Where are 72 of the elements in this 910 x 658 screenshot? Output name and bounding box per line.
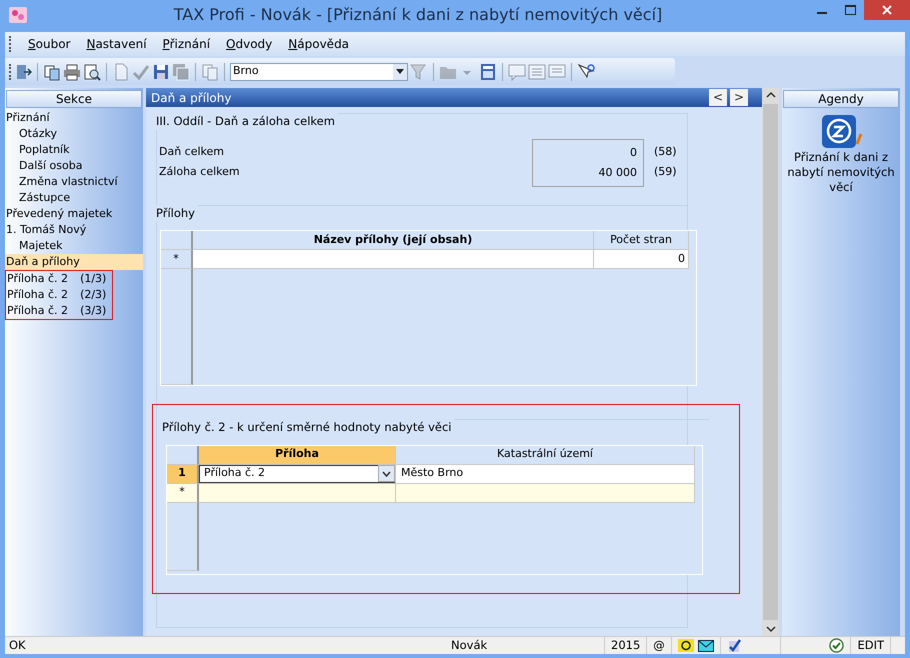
sidebar-item[interactable]: Příloha č. 2 (1/3) (6, 271, 112, 287)
sidebar-item[interactable]: Příloha č. 2 (2/3) (6, 287, 112, 303)
group-title: III. Oddíl - Daň a záloha celkem (156, 113, 338, 130)
checklist-icon (726, 638, 741, 652)
panel-title: Daň a přílohy (151, 90, 232, 106)
menu-item[interactable]: Přiznání (162, 35, 210, 53)
row-marker: * (167, 484, 199, 502)
sidebar-item[interactable]: Převedený majetek (5, 206, 143, 222)
toolbar-grip[interactable] (9, 64, 12, 80)
sidebar-item[interactable]: Poplatník (5, 142, 143, 158)
sidebar-item[interactable]: Otázky (5, 126, 143, 142)
location-combo[interactable]: Brno (230, 62, 408, 80)
sidebar-item[interactable]: Změna vlastnictví (5, 174, 143, 190)
group-title: Přílohy č. 2 - k určení směrné hodnoty nabyté věci (162, 419, 454, 436)
table-cell[interactable] (396, 484, 695, 502)
row-marker: * (161, 250, 193, 269)
nav-button[interactable]: < (709, 89, 727, 106)
field-label: Záloha celkem (159, 164, 241, 180)
column-header[interactable]: Příloha (199, 446, 396, 464)
table-cell[interactable] (193, 250, 594, 269)
help-pointer-icon[interactable] (577, 62, 595, 80)
close-button[interactable] (864, 0, 910, 20)
scrollbar[interactable] (762, 88, 779, 636)
sidebar-item[interactable]: Majetek (5, 238, 143, 254)
table-cell: Město Brno (396, 464, 695, 484)
window-title: TAX Profi - Novák - [Přiznání k dani z nabytí nemovitých věcí] (172, 4, 664, 26)
sidebar-item[interactable]: Daň a přílohy (5, 254, 143, 270)
field-code: (59) (654, 164, 677, 180)
table-cell: 0 (594, 250, 689, 269)
sidebar-item[interactable]: Další osoba (5, 158, 143, 174)
panel-header: Sekce (6, 90, 142, 108)
status-email: @ (647, 637, 672, 654)
caret-icon[interactable] (382, 470, 391, 476)
dropdown-field[interactable]: Příloha č. 2 (199, 464, 395, 482)
panel-header: Agendy (783, 90, 899, 108)
menu-item[interactable]: Nápověda (288, 35, 350, 53)
field-value: 0 (629, 144, 638, 160)
column-header[interactable]: Počet stran (594, 231, 689, 250)
group-title: Přílohy (156, 204, 198, 222)
menu-item[interactable]: Soubor (28, 35, 70, 53)
field-value: 40 000 (598, 164, 638, 180)
print-preview-icon[interactable] (83, 62, 101, 80)
sidebar-item[interactable]: Přiznání (5, 110, 143, 126)
nav-button[interactable]: > (730, 89, 748, 106)
row-number[interactable]: 1 (167, 464, 199, 484)
column-header[interactable]: Název přílohy (její obsah) (193, 231, 594, 250)
menu-item[interactable]: Odvody (226, 35, 272, 53)
status-mode: EDIT (851, 637, 891, 654)
field-label: Daň celkem (159, 144, 226, 160)
caret-icon[interactable] (396, 69, 404, 74)
field-code: (58) (654, 144, 677, 160)
checkmark-circle-icon (829, 638, 844, 653)
printer-icon[interactable] (63, 62, 81, 80)
table-cell[interactable] (199, 484, 396, 502)
envelope-icon (698, 640, 714, 652)
save-icon[interactable] (152, 62, 170, 80)
app-icon (8, 6, 28, 24)
status-message: OK (8, 637, 27, 654)
sidebar-item[interactable]: Příloha č. 2 (3/3) (6, 303, 112, 319)
column-header[interactable]: Katastrální území (396, 446, 695, 464)
agenda-item[interactable]: Přiznání k dani z nabytí nemovitých věcí (782, 114, 900, 195)
sidebar-item[interactable]: 1. Tomáš Nový (5, 222, 143, 238)
status-year: 2015 (605, 637, 648, 654)
copy-pages-icon[interactable] (43, 62, 61, 80)
close-icon[interactable] (882, 5, 892, 15)
sidebar-item[interactable]: Zástupce (5, 190, 143, 206)
exit-door-icon[interactable] (14, 62, 32, 80)
maximize-icon[interactable] (844, 5, 856, 15)
menu-item[interactable]: Nastavení (86, 35, 147, 53)
calculator-icon[interactable] (479, 62, 497, 80)
status-user: Novák (445, 637, 605, 654)
menu-grip[interactable] (9, 36, 12, 52)
